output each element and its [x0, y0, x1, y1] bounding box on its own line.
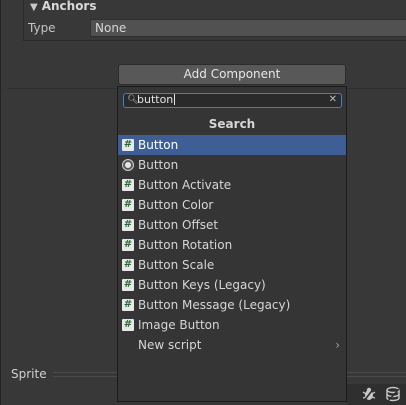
- result-item[interactable]: Button: [118, 155, 346, 175]
- script-icon: #: [122, 259, 134, 271]
- result-item[interactable]: # Button Keys (Legacy): [118, 275, 346, 295]
- inspector-panel: ▼ Anchors Type None Add Component 🔍︎ butt…: [0, 0, 406, 405]
- layers-stack-icon[interactable]: [385, 386, 401, 402]
- result-label: Button Color: [138, 198, 214, 212]
- type-label: Type: [28, 21, 56, 35]
- add-component-popup: 🔍︎ button ✕ Search # Button Button # But…: [117, 86, 347, 402]
- new-script-item[interactable]: New script ›: [118, 335, 346, 355]
- search-input-value: button: [137, 93, 176, 106]
- debug-bug-icon[interactable]: [362, 386, 376, 402]
- script-icon: #: [122, 219, 134, 231]
- result-item[interactable]: # Image Button: [118, 315, 346, 335]
- sprite-divider: [53, 372, 117, 377]
- result-item[interactable]: # Button Rotation: [118, 235, 346, 255]
- sprite-divider-right: [347, 372, 406, 377]
- result-item[interactable]: # Button: [118, 135, 346, 155]
- script-icon: #: [122, 139, 134, 151]
- search-input[interactable]: 🔍︎ button ✕: [123, 93, 342, 108]
- anchors-foldout[interactable]: ▼ Anchors: [30, 0, 97, 14]
- anchors-title: Anchors: [41, 0, 97, 13]
- result-label: Button Activate: [138, 178, 232, 192]
- result-item[interactable]: # Button Color: [118, 195, 346, 215]
- result-item[interactable]: # Button Message (Legacy): [118, 295, 346, 315]
- search-results-header: Search: [208, 117, 256, 131]
- foldout-triangle-icon[interactable]: ▼: [30, 2, 38, 13]
- result-item[interactable]: # Button Activate: [118, 175, 346, 195]
- type-dropdown[interactable]: None: [90, 19, 406, 37]
- result-label: Button Scale: [138, 258, 215, 272]
- result-label: Button: [138, 158, 179, 172]
- result-label: Button Message (Legacy): [138, 298, 291, 312]
- script-icon: #: [122, 279, 134, 291]
- script-icon: #: [122, 299, 134, 311]
- result-item[interactable]: # Button Offset: [118, 215, 346, 235]
- script-icon: #: [122, 239, 134, 251]
- radio-icon: [122, 159, 134, 171]
- chevron-right-icon: ›: [335, 338, 340, 352]
- add-component-button[interactable]: Add Component: [118, 64, 346, 85]
- clear-search-icon[interactable]: ✕: [329, 93, 337, 107]
- script-icon: #: [122, 199, 134, 211]
- result-list: # Button Button # Button Activate # Butt…: [118, 135, 346, 355]
- result-label: Button: [138, 138, 179, 152]
- result-label: Button Offset: [138, 218, 219, 232]
- result-item[interactable]: # Button Scale: [118, 255, 346, 275]
- script-icon: #: [122, 319, 134, 331]
- result-label: Button Rotation: [138, 238, 233, 252]
- script-icon: #: [122, 179, 134, 191]
- result-label: Button Keys (Legacy): [138, 278, 266, 292]
- result-label: Image Button: [138, 318, 220, 332]
- anchors-section: ▼ Anchors Type None: [23, 0, 406, 41]
- sprite-label: Sprite: [11, 367, 47, 381]
- new-script-label: New script: [138, 338, 202, 352]
